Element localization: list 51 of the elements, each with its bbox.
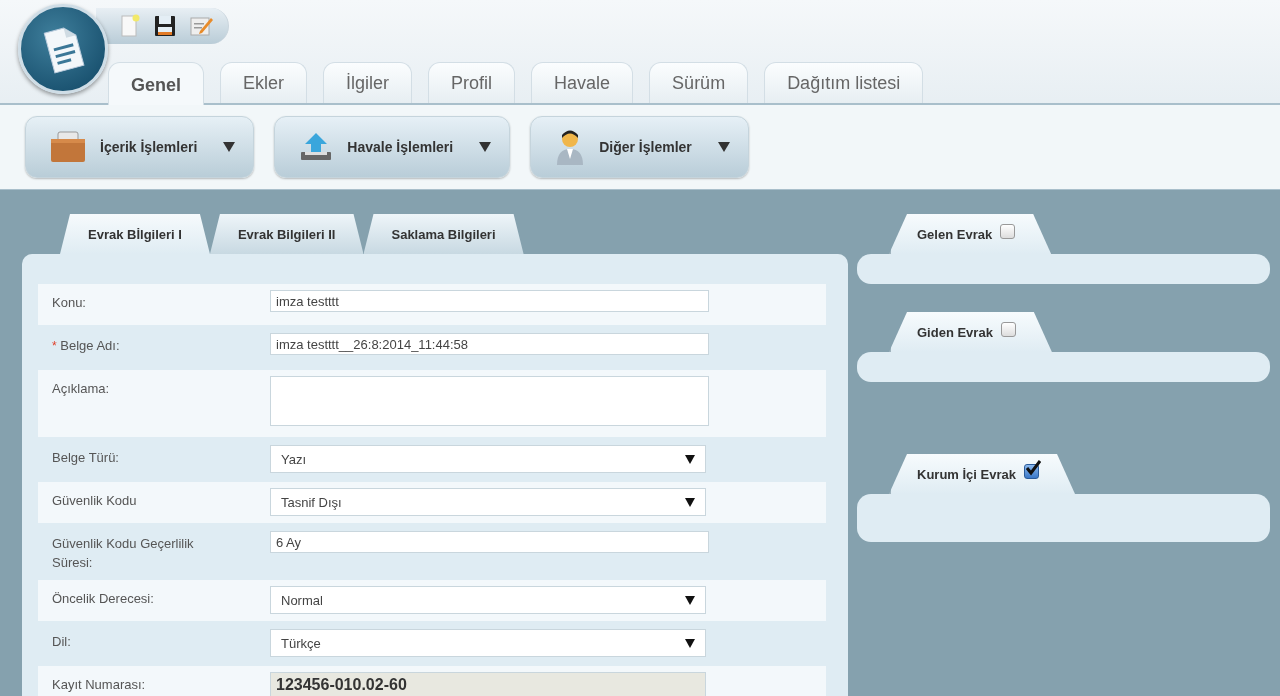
- tab[interactable]: Dağıtım listesi: [764, 62, 924, 103]
- section-title: Giden Evrak: [917, 324, 993, 340]
- section-title: Gelen Evrak: [917, 226, 993, 242]
- upload-tray-icon: [299, 132, 334, 162]
- tab[interactable]: Sürüm: [649, 62, 749, 103]
- caret-icon: [717, 142, 730, 152]
- read-only-field: 123456-010.02-60: [270, 672, 706, 696]
- document-icon: [41, 24, 85, 74]
- dropdown-field[interactable]: Yazı: [270, 445, 706, 473]
- dropdown-field[interactable]: Normal: [270, 586, 706, 614]
- menu-button[interactable]: Havale İşlemleri: [274, 116, 511, 178]
- caret-icon: [685, 497, 695, 507]
- caret-icon: [223, 142, 236, 152]
- menu-button[interactable]: Diğer İşlemler: [530, 116, 749, 178]
- text-area[interactable]: [270, 376, 709, 426]
- dropdown-field[interactable]: Türkçe: [270, 629, 706, 657]
- briefcase-icon: [50, 131, 86, 163]
- field-label: Güvenlik Kodu: [52, 492, 138, 510]
- tab[interactable]: Genel: [108, 62, 205, 105]
- field-label: Konu:: [52, 294, 87, 312]
- tab[interactable]: Profil: [428, 62, 516, 103]
- dropdown-field[interactable]: Tasnif Dışı: [270, 488, 706, 516]
- edit-icon[interactable]: [190, 15, 214, 37]
- caret-icon: [685, 454, 695, 464]
- field-label: Kayıt Numarası:: [52, 676, 147, 694]
- checkbox[interactable]: [1000, 223, 1016, 239]
- tab[interactable]: Ekler: [220, 62, 308, 103]
- checkbox[interactable]: [1024, 463, 1039, 479]
- caret-icon: [685, 638, 695, 648]
- field-label: * Belge Adı:: [52, 337, 121, 355]
- menu-button[interactable]: İçerik İşlemleri: [25, 116, 255, 178]
- field-label: Güvenlik Kodu Geçerlilik Süresi:: [52, 535, 195, 572]
- field-label: Belge Türü:: [52, 449, 120, 467]
- tab[interactable]: İlgiler: [323, 62, 413, 103]
- field-label: Öncelik Derecesi:: [52, 590, 155, 608]
- person-icon: [555, 129, 586, 165]
- caret-icon: [685, 595, 695, 605]
- checkbox[interactable]: [1000, 321, 1016, 337]
- tab[interactable]: Evrak Bİlgileri I: [60, 214, 210, 254]
- app-logo[interactable]: [18, 4, 108, 94]
- section-title: Kurum İçi Evrak: [917, 466, 1016, 482]
- tab[interactable]: Evrak Bilgileri II: [209, 214, 364, 254]
- new-document-icon[interactable]: [120, 14, 140, 38]
- text-field[interactable]: imza testttt: [270, 290, 709, 312]
- field-label: Açıklama:: [52, 380, 111, 398]
- tab[interactable]: Havale: [531, 62, 634, 103]
- caret-icon: [479, 142, 492, 152]
- tab[interactable]: Saklama Bilgileri: [363, 214, 524, 254]
- text-field[interactable]: imza testttt__26:8:2014_11:44:58: [270, 333, 709, 355]
- field-label: Dil:: [52, 633, 72, 651]
- text-field[interactable]: 6 Ay: [270, 531, 709, 553]
